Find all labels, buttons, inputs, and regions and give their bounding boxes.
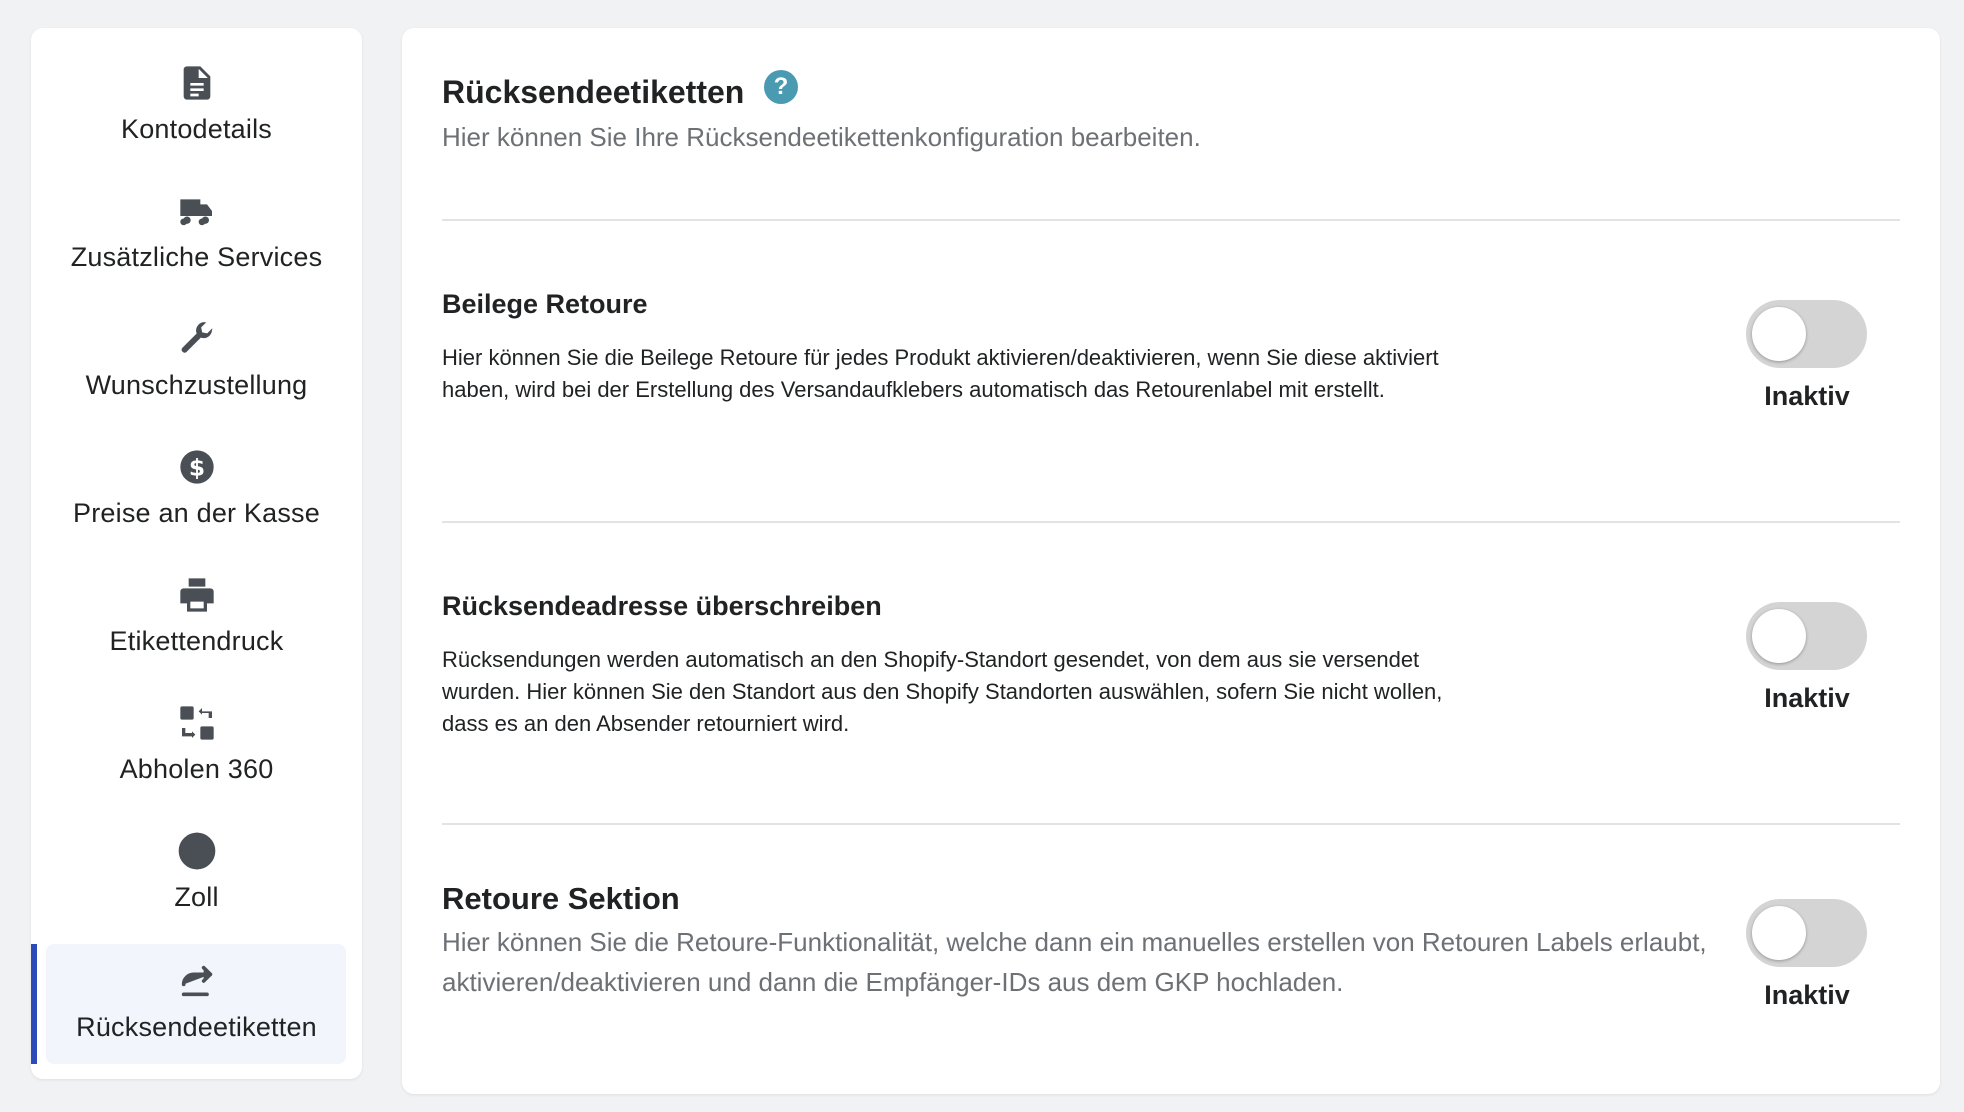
sidebar-item-kontodetails[interactable]: Kontodetails: [31, 28, 362, 148]
toggle-knob: [1752, 906, 1806, 960]
section-title-ruecksendeadresse: Rücksendeadresse überschreiben: [442, 591, 882, 621]
beilege-retoure-status: Inaktiv: [1764, 381, 1850, 411]
return-arrow-icon: [176, 960, 218, 1002]
ruecksendeadresse-toggle[interactable]: [1746, 602, 1867, 670]
dollar-icon: $: [176, 446, 218, 488]
document-icon: [176, 62, 218, 104]
truck-icon: [176, 190, 218, 232]
divider: [442, 521, 1900, 523]
section-description-retoure-sektion: Hier können Sie die Retoure-Funktionalit…: [442, 927, 1707, 997]
sidebar-item-zoll[interactable]: Zoll: [31, 796, 362, 916]
sidebar-item-zusaetzliche-services[interactable]: Zusätzliche Services: [31, 156, 362, 276]
sidebar-item-label: Preise an der Kasse: [73, 498, 320, 528]
toggle-knob: [1752, 609, 1806, 663]
sidebar-item-wunschzustellung[interactable]: Wunschzustellung: [31, 284, 362, 404]
sidebar-item-abholen-360[interactable]: Abholen 360: [31, 668, 362, 788]
retoure-sektion-status: Inaktiv: [1764, 980, 1850, 1010]
sidebar-item-etikettendruck[interactable]: Etikettendruck: [31, 540, 362, 660]
active-indicator: [31, 944, 37, 1064]
toggle-knob: [1752, 307, 1806, 361]
svg-text:$: $: [188, 453, 204, 481]
section-description-ruecksendeadresse: Rücksendungen werden automatisch an den …: [442, 647, 1443, 736]
wrench-icon: [176, 318, 218, 360]
section-description-beilege-retoure: Hier können Sie die Beilege Retoure für …: [442, 345, 1439, 402]
globe-icon: [176, 830, 218, 872]
help-icon[interactable]: ?: [764, 70, 798, 104]
sidebar-item-ruecksendeetiketten[interactable]: Rücksendeetiketten: [31, 944, 362, 1064]
sidebar-item-label: Wunschzustellung: [85, 370, 308, 400]
sidebar-item-preise-an-der-kasse[interactable]: $ Preise an der Kasse: [31, 412, 362, 532]
ruecksendeadresse-status: Inaktiv: [1764, 683, 1850, 713]
swap-icon: [176, 702, 218, 744]
sidebar: Kontodetails Zusätzliche Services Wunsch…: [31, 28, 362, 1079]
section-title-beilege-retoure: Beilege Retoure: [442, 289, 648, 319]
section-title-retoure-sektion: Retoure Sektion: [442, 881, 680, 916]
divider: [442, 219, 1900, 221]
printer-icon: [176, 574, 218, 616]
sidebar-item-label: Rücksendeetiketten: [76, 1012, 317, 1042]
sidebar-item-label: Kontodetails: [120, 114, 272, 144]
retoure-sektion-toggle[interactable]: [1746, 899, 1867, 967]
sidebar-item-label: Zusätzliche Services: [70, 242, 323, 272]
page-title: Rücksendeetiketten: [442, 74, 745, 110]
sidebar-item-label: Etikettendruck: [109, 626, 284, 656]
page-subtitle: Hier können Sie Ihre Rücksendeetikettenk…: [442, 122, 1201, 152]
sidebar-item-label: Zoll: [174, 882, 219, 912]
settings-panel: Rücksendeetiketten ? Hier können Sie Ihr…: [402, 28, 1940, 1094]
divider: [442, 823, 1900, 825]
sidebar-item-label: Abholen 360: [119, 754, 274, 784]
beilege-retoure-toggle[interactable]: [1746, 300, 1867, 368]
